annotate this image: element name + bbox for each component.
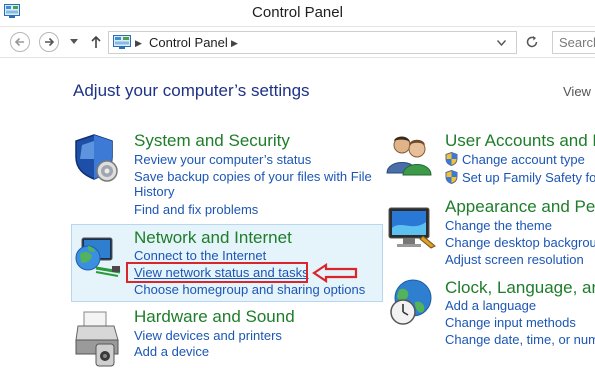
shield-icon[interactable] [74, 133, 122, 183]
up-arrow-icon[interactable] [90, 35, 102, 49]
search-input[interactable]: Search [552, 31, 595, 54]
back-button[interactable] [10, 32, 30, 52]
link-add-a-device[interactable]: Add a device [134, 344, 209, 359]
display-icon[interactable] [385, 206, 437, 250]
control-panel-icon [113, 35, 131, 49]
clock-globe-icon[interactable] [385, 278, 437, 328]
link-save-backup-copies-cont[interactable]: History [134, 184, 174, 199]
link-save-backup-copies[interactable]: Save backup copies of your files with Fi… [134, 169, 372, 184]
link-change-input-methods[interactable]: Change input methods [445, 315, 576, 330]
link-review-computer-status[interactable]: Review your computer’s status [134, 152, 311, 167]
title-bar: Control Panel [0, 0, 595, 27]
recent-locations-chevron-down-icon[interactable] [70, 39, 78, 45]
category-user-accounts[interactable]: User Accounts and Fa [445, 131, 595, 151]
link-family-safety[interactable]: Set up Family Safety for a [462, 170, 595, 185]
printer-icon[interactable] [74, 310, 124, 368]
uac-shield-icon [445, 152, 458, 166]
breadcrumb-chevron-icon[interactable]: ▶ [135, 38, 142, 49]
uac-shield-icon [445, 170, 458, 184]
link-adjust-screen-resolution[interactable]: Adjust screen resolution [445, 252, 584, 267]
back-arrow-icon [14, 37, 24, 47]
link-change-account-type[interactable]: Change account type [462, 152, 585, 167]
link-change-theme[interactable]: Change the theme [445, 218, 552, 233]
category-appearance[interactable]: Appearance and Pers [445, 197, 595, 217]
category-hardware-and-sound[interactable]: Hardware and Sound [134, 307, 295, 327]
navigation-bar: ▶ Control Panel ▶ Search [0, 27, 595, 58]
address-bar[interactable]: ▶ Control Panel ▶ [108, 31, 517, 54]
network-globe-icon[interactable] [74, 232, 124, 278]
category-clock-language-region[interactable]: Clock, Language, and [445, 278, 595, 298]
link-connect-to-internet[interactable]: Connect to the Internet [134, 248, 266, 263]
address-history-chevron-down-icon[interactable] [497, 40, 506, 46]
category-network-and-internet[interactable]: Network and Internet [134, 228, 292, 248]
breadcrumb-control-panel[interactable]: Control Panel [149, 35, 228, 50]
search-placeholder: Search [559, 35, 595, 50]
forward-button[interactable] [39, 32, 59, 52]
link-change-date-time[interactable]: Change date, time, or num [445, 332, 595, 347]
link-add-a-language[interactable]: Add a language [445, 298, 536, 313]
page-title: Adjust your computer’s settings [73, 81, 310, 100]
view-by-label[interactable]: View [563, 84, 591, 99]
refresh-icon[interactable] [525, 35, 539, 49]
link-view-devices-printers[interactable]: View devices and printers [134, 328, 282, 343]
breadcrumb-chevron-icon[interactable]: ▶ [231, 38, 238, 49]
callout-highlight-box [126, 262, 308, 283]
category-system-and-security[interactable]: System and Security [134, 131, 290, 151]
link-find-and-fix-problems[interactable]: Find and fix problems [134, 202, 258, 217]
link-homegroup-sharing[interactable]: Choose homegroup and sharing options [134, 282, 365, 297]
callout-arrow-icon [312, 263, 358, 283]
link-change-desktop-background[interactable]: Change desktop backgroun [445, 235, 595, 250]
users-icon[interactable] [385, 133, 435, 177]
window-title: Control Panel [252, 4, 343, 21]
forward-arrow-icon [45, 37, 55, 47]
